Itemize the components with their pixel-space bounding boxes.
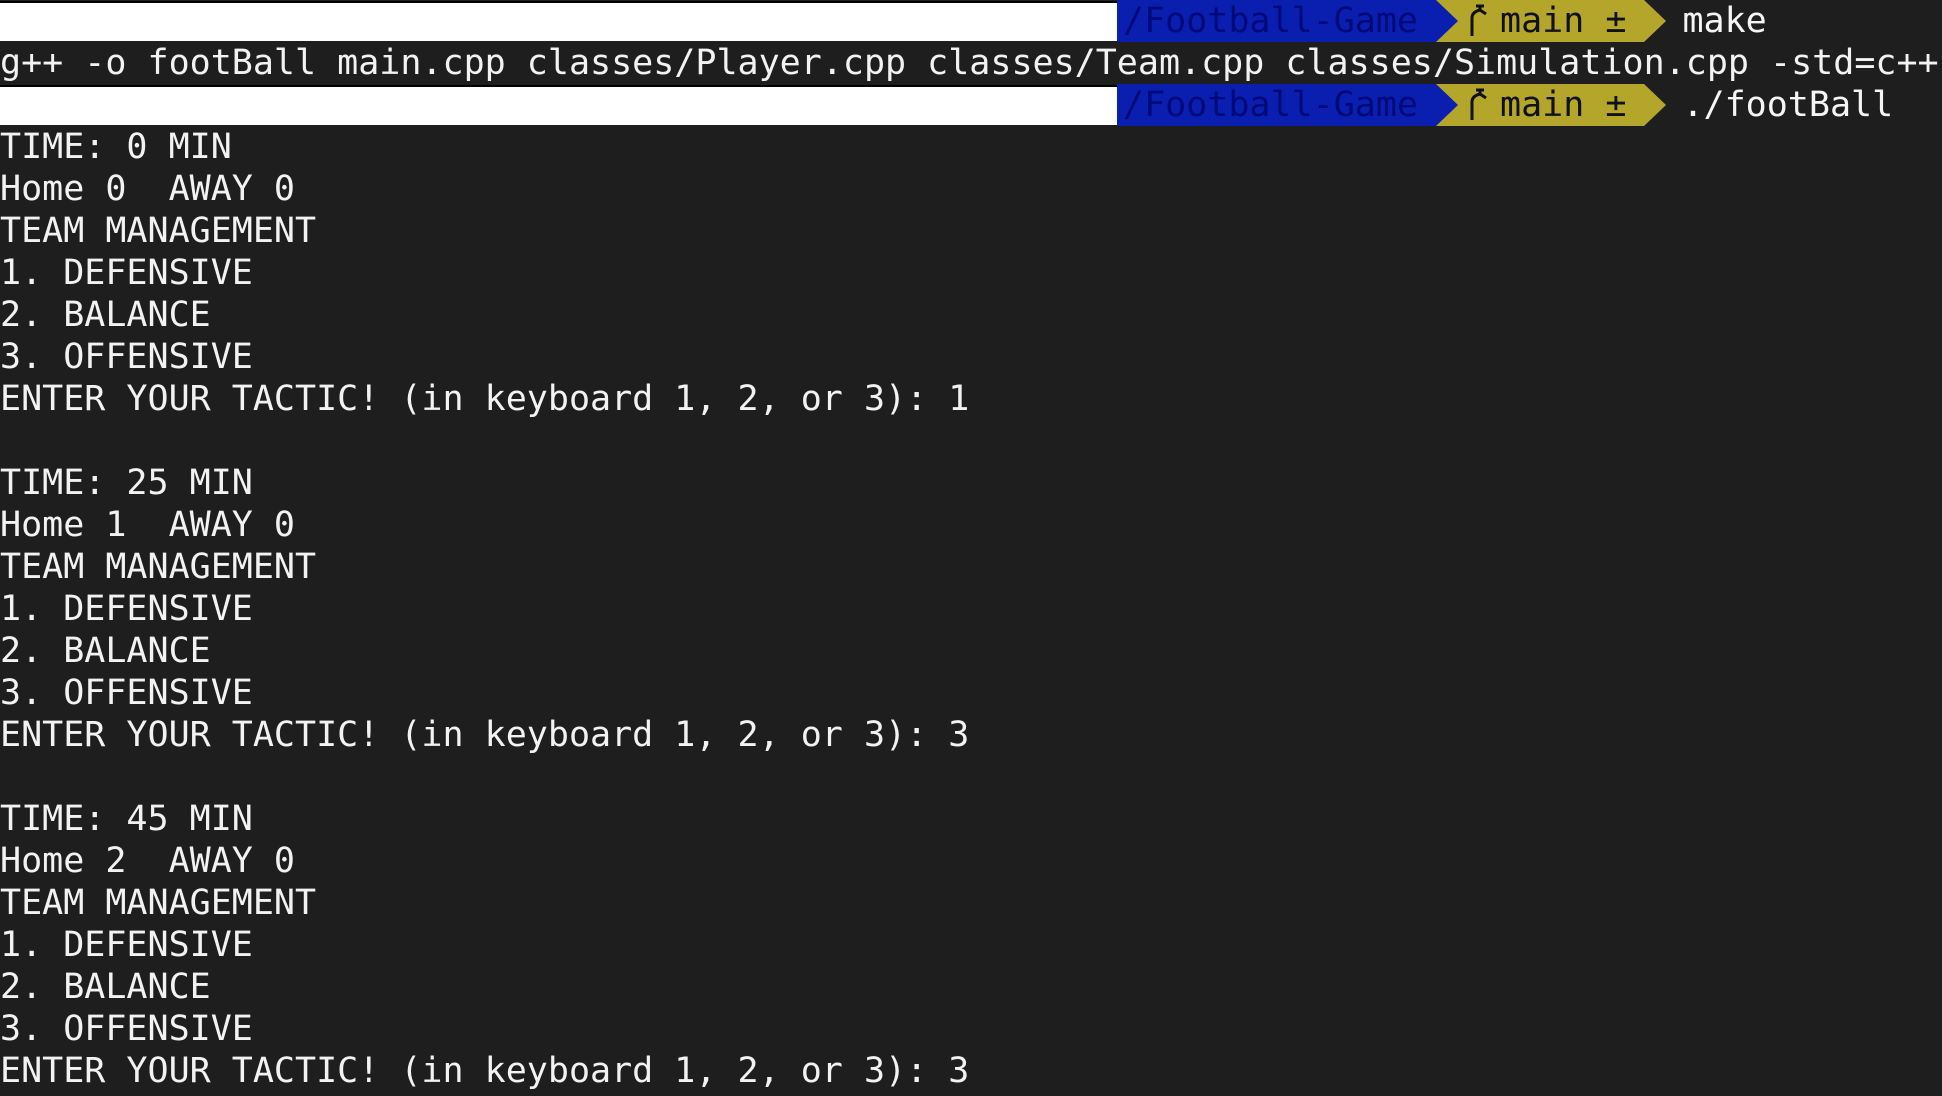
tactic-option: 1. DEFENSIVE [0, 589, 253, 629]
powerline-arrow-icon [1644, 84, 1667, 126]
tactic-option: 1. DEFENSIVE [0, 253, 253, 293]
round-time: TIME: 0 MIN [0, 127, 232, 167]
tactic-option: 3. OFFENSIVE [0, 673, 253, 713]
compile-output: g++ -o footBall main.cpp classes/Player.… [0, 43, 1942, 83]
tactic-option: 2. BALANCE [0, 295, 211, 335]
git-branch-icon [1470, 4, 1487, 36]
shell-prompt: /Football-Game main ± ./footBall [0, 84, 1942, 126]
round-time: TIME: 45 MIN [0, 799, 253, 839]
shell-prompt: /Football-Game main ± make [0, 0, 1942, 42]
command-make: make [1682, 1, 1767, 41]
tactic-input-prompt[interactable]: ENTER YOUR TACTIC! (in keyboard 1, 2, or… [0, 714, 1942, 756]
tactic-input-prompt[interactable]: ENTER YOUR TACTIC! (in keyboard 1, 2, or… [0, 378, 1942, 420]
tactic-option: 3. OFFENSIVE [0, 1009, 253, 1049]
tactic-option: 3. OFFENSIVE [0, 337, 253, 377]
round-header: TEAM MANAGEMENT [0, 547, 317, 587]
prompt-branch: main ± [1500, 85, 1627, 125]
tactic-option: 2. BALANCE [0, 631, 211, 671]
prompt-git-segment: main ± [1458, 0, 1645, 42]
round-header: TEAM MANAGEMENT [0, 883, 317, 923]
git-branch-icon [1470, 88, 1487, 120]
tactic-input-prompt[interactable]: ENTER YOUR TACTIC! (in keyboard 1, 2, or… [0, 1050, 1942, 1092]
terminal-window[interactable]: /Football-Game main ± make g++ -o footBa… [0, 0, 1942, 1096]
round-score: Home 2 AWAY 0 [0, 841, 296, 881]
prompt-directory: /Football-Game [1117, 0, 1437, 42]
round-header: TEAM MANAGEMENT [0, 211, 317, 251]
tactic-option: 2. BALANCE [0, 967, 211, 1007]
command-run: ./footBall [1682, 85, 1894, 125]
prompt-git-segment: main ± [1458, 84, 1645, 126]
redacted-user-segment [0, 1, 1117, 41]
prompt-directory: /Football-Game [1117, 84, 1437, 126]
round-score: Home 1 AWAY 0 [0, 505, 296, 545]
powerline-arrow-icon [1436, 84, 1459, 126]
redacted-user-segment [0, 85, 1117, 125]
round-time: TIME: 25 MIN [0, 463, 253, 503]
prompt-branch: main ± [1500, 1, 1627, 41]
powerline-arrow-icon [1436, 0, 1459, 42]
round-score: Home 0 AWAY 0 [0, 169, 296, 209]
tactic-option: 1. DEFENSIVE [0, 925, 253, 965]
powerline-arrow-icon [1644, 0, 1667, 42]
